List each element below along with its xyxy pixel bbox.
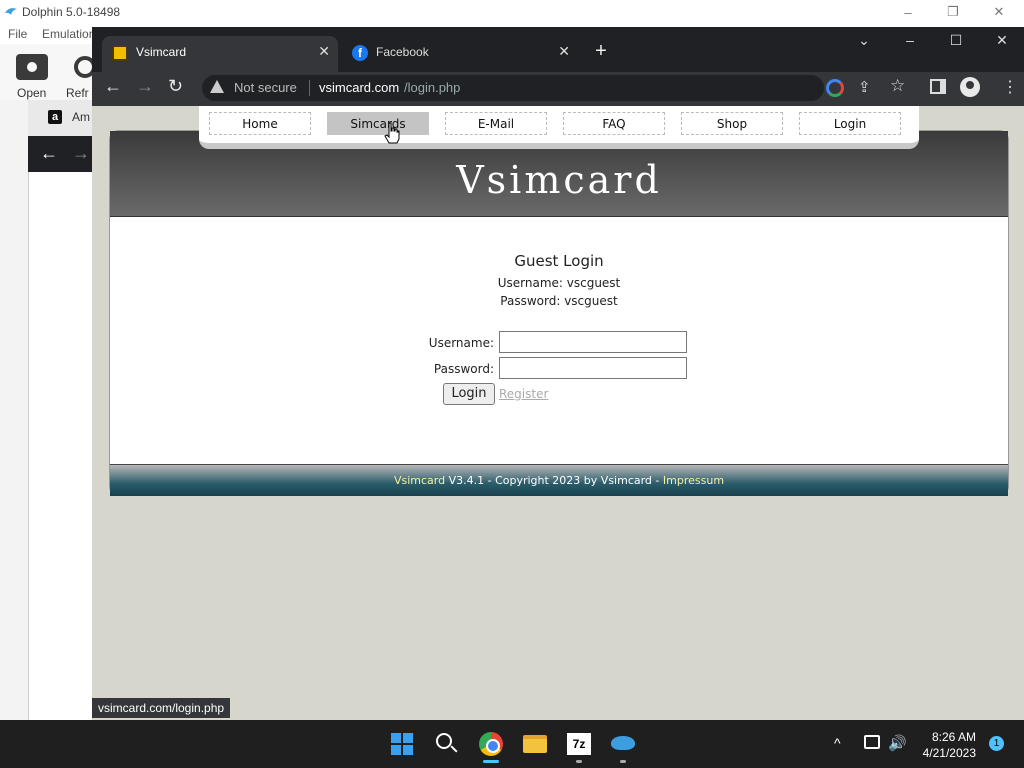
nav-simcards[interactable]: Simcards [327, 112, 429, 135]
menu-file[interactable]: File [8, 27, 27, 41]
status-bar-url: vsimcard.com/login.php [92, 698, 231, 718]
guest-login-title: Guest Login [514, 252, 604, 270]
url-path[interactable]: /login.php [404, 80, 460, 95]
nav-home[interactable]: Home [209, 112, 311, 135]
profile-avatar-icon[interactable] [960, 77, 980, 97]
simcard-favicon-icon [112, 45, 128, 61]
active-app-indicator [483, 760, 499, 763]
footer-copyright: V3.4.1 - Copyright 2023 by Vsimcard - [445, 474, 663, 487]
open-disc-icon[interactable] [16, 54, 48, 80]
security-label[interactable]: Not secure [234, 80, 297, 95]
amazon-forward-arrow-icon[interactable]: → [72, 143, 90, 164]
footer-brand-link[interactable]: Vsimcard [394, 474, 445, 487]
file-explorer-icon[interactable] [523, 735, 547, 753]
amazon-browser-window [28, 100, 98, 720]
tab-close-icon[interactable]: ✕ [558, 43, 570, 60]
side-panel-icon[interactable] [930, 79, 946, 94]
impressum-link[interactable]: Impressum [663, 474, 724, 487]
open-label[interactable]: Open [17, 86, 46, 100]
bookmark-star-icon[interactable]: ☆ [890, 76, 905, 96]
chrome-minimize-button[interactable]: – [890, 32, 930, 52]
dolphin-taskbar-icon[interactable] [611, 736, 635, 750]
guest-username-info: Username: vscguest [497, 276, 621, 290]
warning-triangle-icon[interactable] [210, 80, 224, 93]
network-icon[interactable] [864, 735, 880, 749]
chrome-taskbar-icon[interactable] [479, 732, 503, 756]
hand-cursor-icon [384, 122, 400, 144]
kebab-menu-icon[interactable]: ⋮ [1002, 77, 1018, 97]
nav-email[interactable]: E-Mail [445, 112, 547, 135]
password-input[interactable] [499, 357, 687, 379]
refresh-label[interactable]: Refr [66, 86, 89, 100]
sevenzip-icon[interactable]: 7z [567, 733, 591, 755]
google-icon[interactable] [826, 79, 844, 97]
omnibox-divider [309, 80, 310, 96]
login-button[interactable]: Login [443, 383, 495, 405]
chrome-maximize-button[interactable]: ☐ [936, 32, 976, 52]
amazon-tab-title[interactable]: Am [72, 110, 90, 124]
dolphin-restore-button[interactable]: ❐ [930, 2, 976, 22]
back-arrow-icon[interactable]: ← [104, 76, 122, 97]
share-icon[interactable]: ⇪ [858, 78, 871, 96]
notification-badge[interactable]: 1 [989, 736, 1004, 751]
running-app-indicator [620, 760, 626, 763]
volume-icon[interactable]: 🔊 [888, 734, 907, 752]
dolphin-minimize-button[interactable]: – [885, 2, 931, 22]
password-label: Password: [433, 362, 494, 376]
amazon-back-arrow-icon[interactable]: ← [40, 143, 58, 164]
running-app-indicator [576, 760, 582, 763]
dolphin-close-button[interactable]: ✕ [976, 2, 1022, 22]
tab-vsimcard[interactable]: Vsimcard ✕ [102, 36, 338, 72]
tab-search-chevron-icon[interactable]: ⌄ [844, 32, 884, 52]
dolphin-logo-icon [5, 8, 17, 15]
nav-faq[interactable]: FAQ [563, 112, 665, 135]
search-icon[interactable] [436, 733, 452, 749]
username-label: Username: [428, 336, 494, 350]
clock-date[interactable]: 4/21/2023 [918, 746, 976, 760]
new-tab-button[interactable]: + [590, 40, 612, 64]
guest-password-info: Password: vscguest [500, 294, 618, 308]
footer-text: Vsimcard V3.4.1 - Copyright 2023 by Vsim… [110, 474, 1008, 487]
tab-title: Vsimcard [136, 45, 187, 59]
tab-title: Facebook [376, 45, 429, 59]
clock-time[interactable]: 8:26 AM [918, 730, 976, 744]
tab-facebook[interactable]: f Facebook ✕ [342, 36, 578, 72]
register-link[interactable]: Register [499, 387, 548, 401]
dolphin-titlebar: Dolphin 5.0-18498 [0, 0, 1024, 24]
dolphin-title: Dolphin 5.0-18498 [22, 5, 121, 19]
facebook-favicon-icon: f [352, 45, 368, 61]
amazon-favicon-icon: a [48, 110, 62, 124]
username-input[interactable] [499, 331, 687, 353]
chrome-close-button[interactable]: ✕ [982, 32, 1022, 52]
nav-login[interactable]: Login [799, 112, 901, 135]
site-title: Vsimcard [456, 158, 662, 202]
url-host[interactable]: vsimcard.com [319, 80, 399, 95]
menu-emulation[interactable]: Emulation [42, 27, 95, 41]
reload-icon[interactable]: ↻ [168, 76, 183, 97]
nav-shop[interactable]: Shop [681, 112, 783, 135]
tab-close-icon[interactable]: ✕ [318, 43, 330, 60]
tray-overflow-chevron-icon[interactable]: ^ [834, 735, 841, 751]
forward-arrow-icon[interactable]: → [136, 76, 154, 97]
windows-start-icon[interactable] [391, 733, 413, 755]
